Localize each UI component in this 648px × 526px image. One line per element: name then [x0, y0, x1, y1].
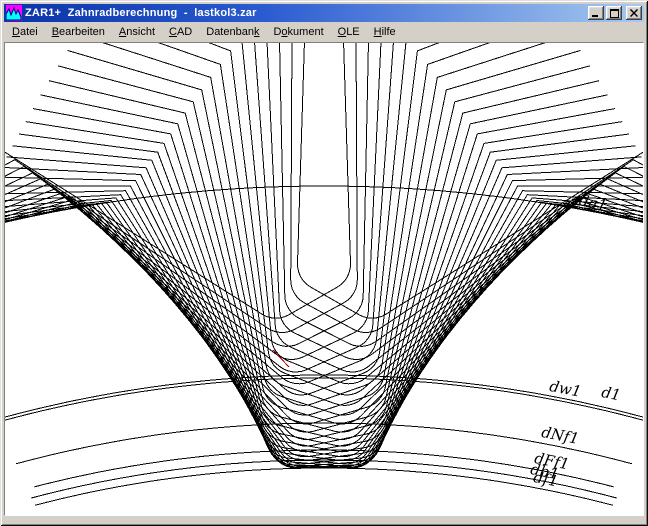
- menu-item-dokument[interactable]: Dokument: [266, 24, 330, 40]
- menu-item-ansicht[interactable]: Ansicht: [112, 24, 162, 40]
- close-button[interactable]: [626, 6, 642, 20]
- minimize-icon: [592, 9, 600, 17]
- menu-item-datenbank[interactable]: Datenbank: [199, 24, 266, 40]
- menu-item-cad[interactable]: CAD: [162, 24, 199, 40]
- window-controls: [588, 6, 642, 20]
- gear-drawing-area: da1 dw1 d1 dNf1 dFf1 db1 df1: [4, 42, 644, 516]
- menu-item-hilfe[interactable]: Hilfe: [367, 24, 403, 40]
- gear-generation-plot: [5, 43, 643, 516]
- app-window: ZAR1+ Zahnradberechnung - lastkol3.zar D…: [0, 0, 648, 526]
- app-icon[interactable]: [6, 5, 22, 21]
- menubar: Datei Bearbeiten Ansicht CAD Datenbank D…: [4, 22, 644, 42]
- label-d1: d1: [600, 385, 622, 403]
- label-df1: df1: [532, 470, 559, 489]
- window-title: ZAR1+ Zahnradberechnung - lastkol3.zar: [25, 4, 588, 22]
- menu-item-bearbeiten[interactable]: Bearbeiten: [45, 24, 112, 40]
- titlebar[interactable]: ZAR1+ Zahnradberechnung - lastkol3.zar: [4, 4, 644, 22]
- maximize-icon: [610, 9, 619, 18]
- menu-item-ole[interactable]: OLE: [331, 24, 367, 40]
- menu-item-datei[interactable]: Datei: [5, 24, 45, 40]
- minimize-button[interactable]: [588, 6, 604, 20]
- close-icon: [630, 9, 638, 17]
- maximize-button[interactable]: [606, 6, 622, 20]
